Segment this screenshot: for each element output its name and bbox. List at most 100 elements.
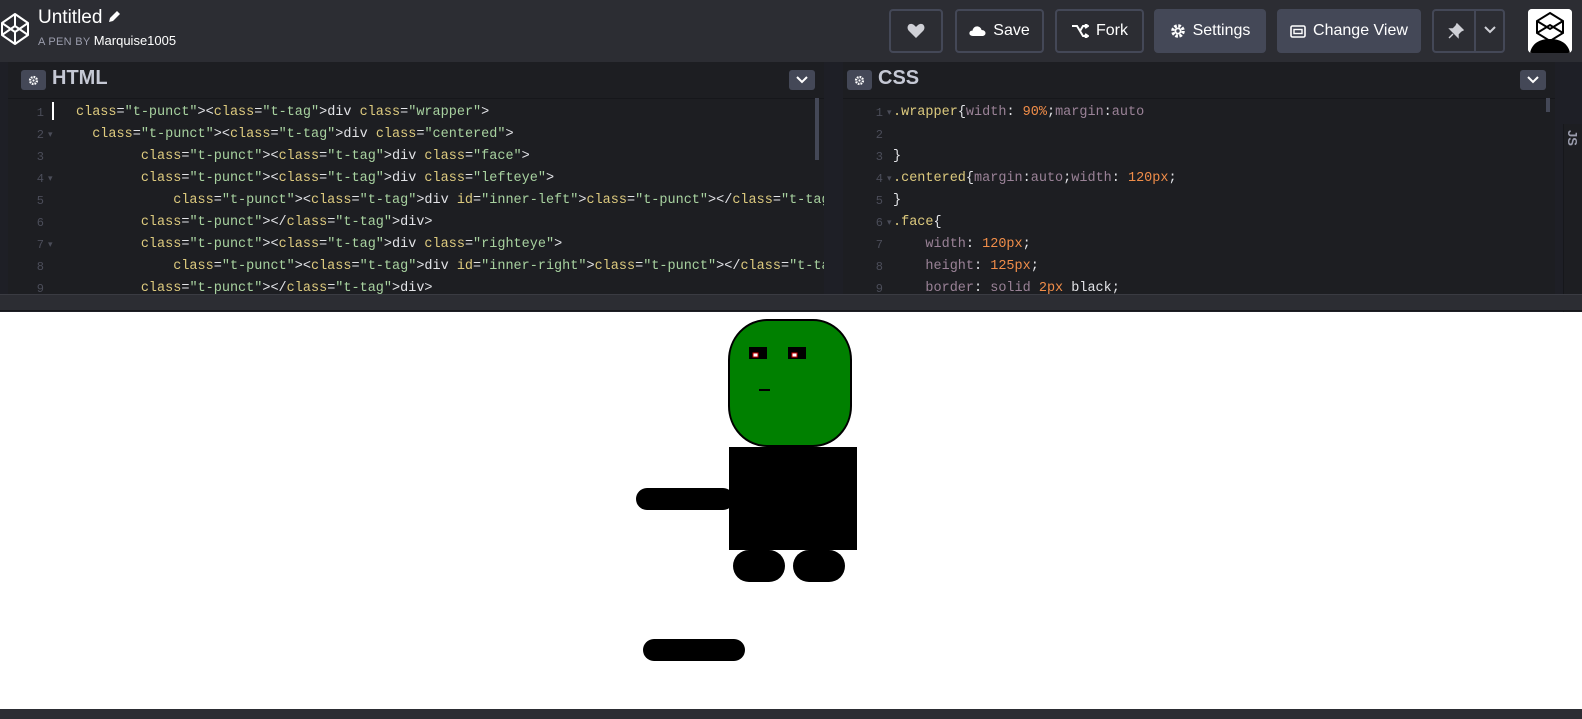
line-number: 4 — [875, 172, 883, 186]
preview-output — [0, 312, 1582, 709]
html-code-line[interactable]: 5 class="t-punct"><class="t-tag">div id=… — [8, 190, 824, 212]
pen-byline: A PEN BY Marquise1005 — [38, 33, 176, 48]
css-code-line[interactable]: 4 ▾ .centered{margin:auto;width: 120px; — [843, 168, 1555, 190]
layout-icon — [1290, 24, 1306, 38]
code-text: height: 125px; — [925, 259, 1039, 274]
line-number: 7 — [875, 238, 883, 252]
codepen-logo-icon[interactable] — [0, 12, 30, 46]
html-code-line[interactable]: 2 ▾ class="t-punct"><class="t-tag">div cl… — [8, 124, 824, 146]
character-body — [729, 447, 857, 550]
html-code-line[interactable]: 8 class="t-punct"><class="t-tag">div id=… — [8, 256, 824, 278]
code-text: class="t-punct"><class="t-tag">div class… — [92, 127, 514, 142]
code-text: border: solid 2px black; — [925, 281, 1120, 294]
css-panel-title: CSS — [878, 67, 920, 89]
chevron-down-icon[interactable] — [1484, 26, 1496, 34]
css-scrollbar[interactable] — [1546, 98, 1550, 112]
line-number: 6 — [36, 216, 44, 230]
save-button[interactable]: Save — [955, 9, 1044, 53]
css-code-line[interactable]: 7 width: 120px; — [843, 234, 1555, 256]
css-panel-chevron-down-icon[interactable] — [1520, 70, 1546, 90]
css-panel-header: CSS — [843, 62, 1555, 99]
css-code-line[interactable]: 5} — [843, 190, 1555, 212]
line-number: 9 — [875, 282, 883, 294]
line-number: 2 — [36, 128, 44, 142]
character-drawing — [636, 319, 857, 661]
character-left-eye-inner — [752, 352, 759, 358]
html-settings-gear-icon[interactable] — [21, 70, 46, 90]
css-settings-gear-icon[interactable] — [847, 70, 872, 90]
css-code-line[interactable]: 1 ▾ .wrapper{width: 90%;margin:auto — [843, 102, 1555, 124]
line-number: 8 — [36, 260, 44, 274]
pin-button[interactable] — [1432, 9, 1505, 53]
html-scrollbar[interactable] — [815, 98, 819, 160]
line-number: 4 — [36, 172, 44, 186]
line-number: 9 — [36, 282, 44, 294]
editors-area: HTML 1 class="t-punct"><class="t-tag">div… — [0, 62, 1582, 356]
line-number: 2 — [875, 128, 883, 142]
change-view-label: Change View — [1313, 22, 1408, 39]
html-panel-chevron-down-icon[interactable] — [789, 70, 815, 90]
code-text: } — [893, 193, 902, 208]
css-code-line[interactable]: 2 — [843, 124, 1555, 146]
css-code-line[interactable]: 8 height: 125px; — [843, 256, 1555, 278]
line-number: 3 — [875, 150, 883, 164]
user-avatar[interactable] — [1528, 9, 1572, 53]
line-number: 5 — [875, 194, 883, 208]
code-text: .centered{margin:auto;width: 120px; — [893, 171, 1177, 186]
character-mouth — [759, 389, 770, 391]
code-text: width: 120px; — [925, 237, 1031, 252]
css-code-line[interactable]: 9 border: solid 2px black; — [843, 278, 1555, 294]
fold-arrow-icon[interactable]: ▾ — [48, 168, 53, 190]
line-number: 8 — [875, 260, 883, 274]
html-code-line[interactable]: 6 class="t-punct"></class="t-tag">div> — [8, 212, 824, 234]
line-number: 1 — [36, 106, 44, 120]
html-code-line[interactable]: 3 class="t-punct"><class="t-tag">div cla… — [8, 146, 824, 168]
code-text: } — [893, 149, 902, 164]
character-right-foot — [793, 550, 845, 582]
js-panel-title: JS — [1565, 130, 1580, 146]
heart-icon — [907, 23, 925, 39]
change-view-button[interactable]: Change View — [1277, 9, 1421, 53]
html-code-area[interactable]: 1 class="t-punct"><class="t-tag">div clas… — [8, 98, 824, 294]
fold-arrow-icon[interactable]: ▾ — [887, 168, 892, 190]
fork-label: Fork — [1096, 22, 1128, 39]
css-code-area[interactable]: 1 ▾ .wrapper{width: 90%;margin:auto 2 3} 4 ▾ .c… — [843, 98, 1555, 294]
css-editor-panel: CSS 1 ▾ .wrapper{width: 90%;margin:auto 2 3}… — [843, 62, 1555, 294]
pen-title[interactable]: Untitled — [38, 7, 102, 29]
save-label: Save — [993, 22, 1030, 39]
html-editor-panel: HTML 1 class="t-punct"><class="t-tag">div… — [8, 62, 824, 294]
top-header: Untitled A PEN BY Marquise1005 Save Fork… — [0, 0, 1582, 62]
fold-arrow-icon[interactable]: ▾ — [887, 212, 892, 234]
html-code-line[interactable]: 4 ▾ class="t-punct"><class="t-tag">div cl… — [8, 168, 824, 190]
fork-button[interactable]: Fork — [1055, 9, 1144, 53]
cloud-icon — [969, 25, 986, 37]
line-number: 6 — [875, 216, 883, 230]
author-link[interactable]: Marquise1005 — [94, 33, 176, 48]
code-text: class="t-punct"><class="t-tag">div class… — [140, 171, 555, 186]
fork-icon — [1071, 24, 1089, 38]
html-code-line[interactable]: 9 class="t-punct"></class="t-tag">div> — [8, 278, 824, 294]
character-face — [728, 319, 852, 447]
css-code-line[interactable]: 6 ▾ .face{ — [843, 212, 1555, 234]
text-cursor — [52, 102, 54, 120]
html-code-line[interactable]: 7 ▾ class="t-punct"><class="t-tag">div cl… — [8, 234, 824, 256]
fold-arrow-icon[interactable]: ▾ — [48, 234, 53, 256]
line-number: 5 — [36, 194, 44, 208]
code-text: .wrapper{width: 90%;margin:auto — [893, 105, 1145, 120]
fold-arrow-icon[interactable]: ▾ — [48, 124, 53, 146]
html-panel-title: HTML — [52, 67, 108, 89]
resize-divider[interactable] — [0, 294, 1582, 311]
line-number: 1 — [875, 106, 883, 120]
fold-arrow-icon[interactable]: ▾ — [887, 102, 892, 124]
html-code-line[interactable]: 1 class="t-punct"><class="t-tag">div clas… — [8, 102, 824, 124]
code-text: class="t-punct"></class="t-tag">div> — [140, 281, 433, 294]
settings-label: Settings — [1192, 22, 1251, 39]
code-text: class="t-punct"></class="t-tag">div> — [140, 215, 433, 230]
settings-button[interactable]: Settings — [1154, 9, 1266, 53]
character-right-eye-inner — [791, 352, 798, 358]
heart-button[interactable] — [889, 9, 943, 53]
gear-icon — [1170, 23, 1186, 39]
css-code-line[interactable]: 3} — [843, 146, 1555, 168]
preview-drawing — [636, 319, 857, 661]
edit-title-icon[interactable] — [108, 10, 121, 26]
